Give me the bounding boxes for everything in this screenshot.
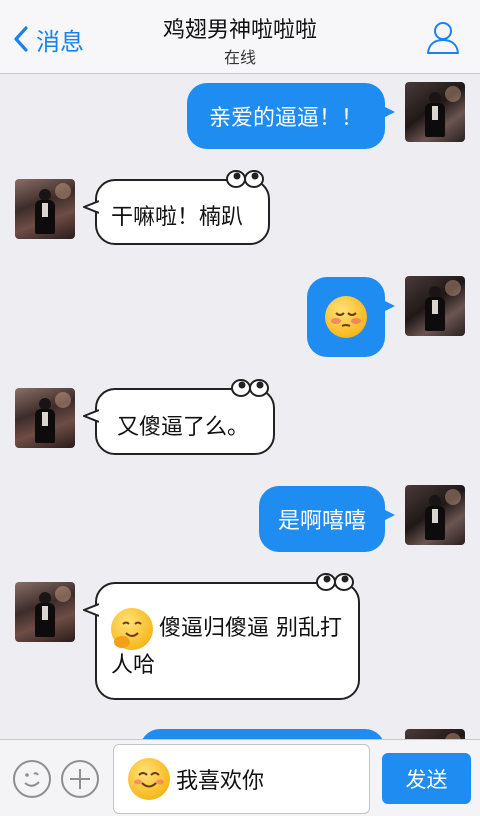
peeking-eyes-icon — [231, 379, 269, 397]
message-bubble-sent[interactable]: 亲爱的逼逼！！ — [187, 83, 395, 149]
hugging-face-emoji-icon — [111, 608, 153, 650]
message-bubble-received[interactable]: 又傻逼了么。 — [83, 379, 275, 455]
online-status: 在线 — [223, 48, 256, 67]
blushing-face-emoji-icon — [325, 296, 367, 338]
message-text: 干嘛啦！楠趴 — [111, 205, 244, 230]
contact-avatar[interactable] — [15, 388, 75, 448]
message-text: 亲爱的逼逼！！ — [208, 106, 363, 131]
smiling-face-emoji-icon — [128, 758, 170, 800]
message-bubble-received[interactable]: 傻逼归傻逼 别乱打人哈 — [83, 573, 360, 700]
profile-icon[interactable] — [424, 18, 462, 56]
peeking-eyes-icon — [316, 573, 354, 591]
message-bubble-sent[interactable] — [307, 277, 395, 357]
add-attachment-button[interactable] — [61, 760, 99, 798]
plus-icon — [70, 769, 90, 789]
contact-avatar[interactable] — [15, 179, 75, 239]
send-button[interactable]: 发送 — [382, 753, 471, 804]
smiley-icon — [24, 772, 40, 787]
emoji-button[interactable] — [13, 760, 51, 798]
chat-title: 鸡翅男神啦啦啦 — [162, 18, 317, 43]
input-value: 我喜欢你 — [176, 769, 265, 794]
peeking-eyes-icon — [226, 170, 264, 188]
message-text: 又傻逼了么。 — [117, 415, 250, 440]
message-bubble-sent[interactable] — [140, 729, 385, 739]
my-avatar[interactable] — [405, 82, 465, 142]
bubble-tail-icon — [83, 603, 99, 617]
nav-bar: 消息 鸡翅男神啦啦啦 在线 — [0, 0, 480, 74]
message-bubble-sent[interactable]: 是啊嘻嘻 — [259, 486, 395, 552]
my-avatar[interactable] — [405, 729, 465, 739]
contact-avatar[interactable] — [15, 582, 75, 642]
message-bubble-received[interactable]: 干嘛啦！楠趴 — [83, 170, 270, 245]
message-input[interactable]: 我喜欢你 — [113, 744, 370, 814]
my-avatar[interactable] — [405, 485, 465, 545]
message-text: 是啊嘻嘻 — [277, 509, 366, 534]
bubble-tail-icon — [83, 200, 99, 214]
input-toolbar: 我喜欢你 发送 — [0, 739, 480, 816]
my-avatar[interactable] — [405, 276, 465, 336]
message-list[interactable]: 亲爱的逼逼！！ 干嘛啦！楠趴 又傻逼了么。 是啊嘻嘻 傻逼归傻逼 别乱打人哈 — [0, 75, 480, 739]
bubble-tail-icon — [83, 409, 99, 423]
